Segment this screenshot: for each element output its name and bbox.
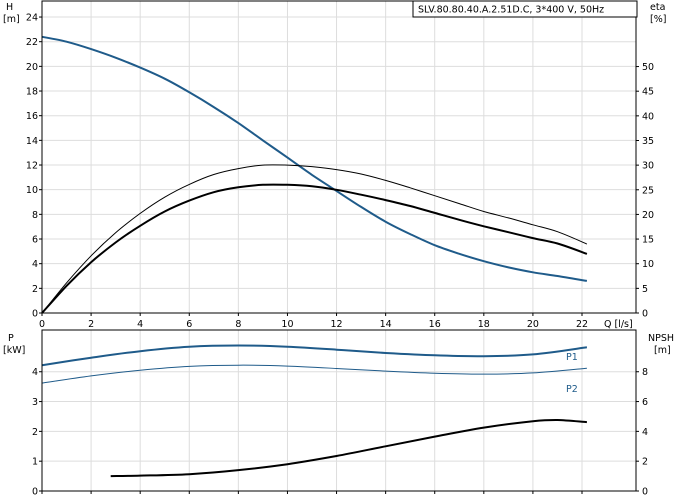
x-tick-label: 16 [429,319,441,330]
x-tick-label: 12 [330,319,342,330]
right-tick-label: 10 [642,259,654,270]
npsh-axis-unit: [m] [654,345,671,356]
left-tick-label: 22 [26,37,38,48]
right-tick-label: 0 [642,309,648,320]
left-tick-label: 4 [32,367,38,378]
x-tick-label: 0 [39,319,45,330]
head-axis-label: H [6,2,13,13]
x-tick-label: 4 [137,319,143,330]
left-tick-label: 24 [26,13,38,24]
right-tick-label: 8 [642,367,648,378]
x-tick-label: 8 [235,319,241,330]
left-tick-label: 3 [32,397,38,408]
left-tick-label: 18 [26,87,38,98]
tick-layer: 0246810121416182022240510152025303540455… [26,13,654,498]
left-tick-label: 2 [32,284,38,295]
x-tick-label: 10 [281,319,293,330]
left-tick-label: 12 [26,161,38,172]
right-tick-label: 5 [642,284,648,295]
right-tick-label: 40 [642,111,654,122]
eta-axis-unit: [%] [650,14,666,25]
left-tick-label: 0 [32,309,38,320]
x-tick-label: 22 [576,319,588,330]
left-tick-label: 16 [26,111,38,122]
chart-title-box: SLV.80.80.40.A.2.51D.C, 3*400 V, 50Hz [412,0,638,18]
right-tick-label: 25 [642,185,654,196]
left-tick-label: 6 [32,235,38,246]
left-tick-label: 8 [32,210,38,221]
right-tick-label: 45 [642,87,654,98]
panel-frame [41,0,637,314]
right-tick-label: 50 [642,62,654,73]
power-axis-unit: [kW] [3,345,25,356]
left-tick-label: 1 [32,457,38,468]
x-tick-label: 20 [527,319,539,330]
chart-title: SLV.80.80.40.A.2.51D.C, 3*400 V, 50Hz [418,5,604,16]
npsh-axis-label: NPSH [648,333,674,344]
right-tick-label: 2 [642,457,648,468]
head-axis-unit: [m] [3,14,20,25]
flow-axis-label: Q [l/s] [604,319,633,330]
bottom-panel-grid [41,330,636,492]
right-tick-label: 35 [642,136,654,147]
eta-axis-label: eta [650,2,665,13]
left-tick-label: 14 [26,136,38,147]
left-tick-label: 0 [32,487,38,498]
power-p1-line [41,344,588,367]
panel-frame [41,329,637,492]
right-tick-label: 30 [642,161,654,172]
right-tick-label: 6 [642,397,648,408]
right-tick-label: 20 [642,210,654,221]
top-panel-grid [41,1,636,314]
x-tick-label: 14 [380,319,392,330]
npsh-line [110,418,587,478]
right-tick-label: 4 [642,427,648,438]
left-tick-label: 20 [26,62,38,73]
panel-frames [41,0,637,492]
right-tick-label: 15 [642,235,654,246]
left-tick-label: 2 [32,427,38,438]
pump-performance-chart: 0246810121416182022240510152025303540455… [3,0,674,498]
right-tick-label: 0 [642,487,648,498]
curve-layer [41,35,588,478]
x-tick-label: 2 [88,319,94,330]
power-p2-line [41,364,587,384]
p2-series-label: P2 [566,384,578,395]
efficiency-hydraulic-line [41,183,588,314]
power-axis-label: P [8,333,14,344]
x-tick-label: 18 [478,319,490,330]
head-curve-line [41,35,588,282]
x-tick-label: 6 [186,319,192,330]
p1-series-label: P1 [566,352,578,363]
left-tick-label: 4 [32,259,38,270]
left-tick-label: 10 [26,185,38,196]
